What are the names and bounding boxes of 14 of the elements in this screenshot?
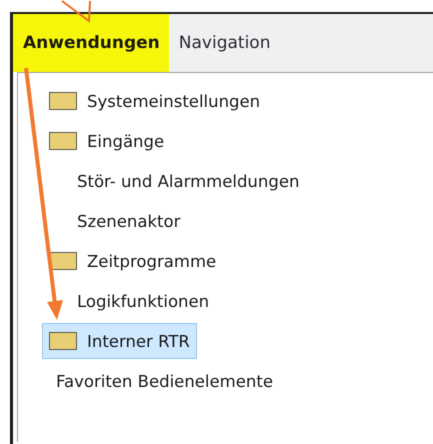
tree-item[interactable]: Stör- und Alarmmeldungen [70, 163, 306, 199]
tree-item[interactable]: Logikfunktionen [70, 283, 216, 319]
tree-item[interactable]: Systemeinstellungen [42, 83, 268, 119]
folder-icon [49, 332, 77, 350]
tree-item[interactable]: Szenenaktor [70, 203, 188, 239]
tree-item[interactable]: Zeitprogramme [42, 243, 224, 279]
folder-icon [49, 132, 77, 150]
arrowhead-icon [61, 0, 91, 23]
tab[interactable]: Anwendungen [13, 14, 169, 72]
tab[interactable]: Navigation [168, 14, 280, 72]
tree-item[interactable]: Interner RTR [42, 323, 197, 359]
tree-item[interactable]: Eingänge [42, 123, 172, 159]
tree-item[interactable]: Favoriten Bedienelemente [49, 363, 280, 399]
folder-icon [49, 92, 77, 110]
